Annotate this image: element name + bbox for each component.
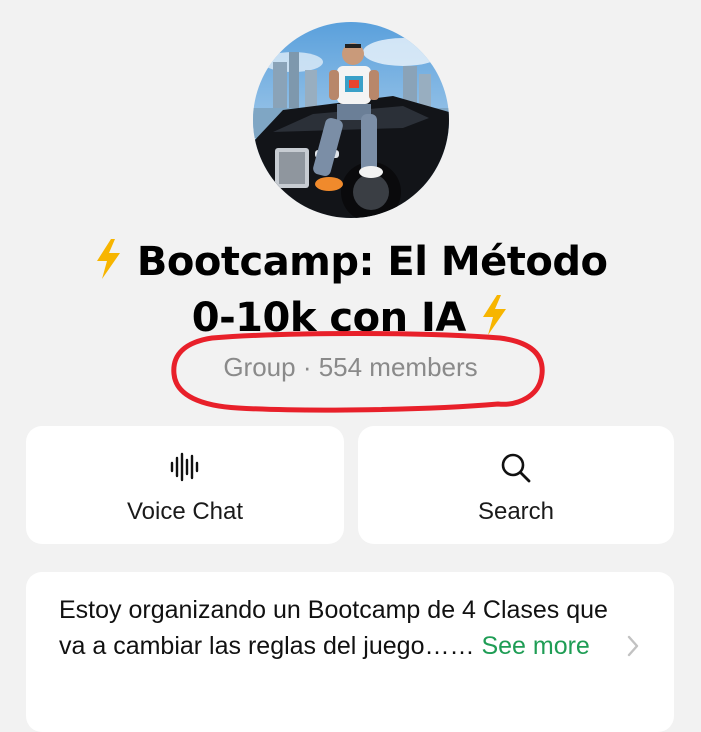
group-title: Bootcamp: El Método 0-10k con IA [60,236,641,348]
search-label: Search [477,498,555,525]
search-button[interactable]: Search [358,426,674,544]
lightning-icon [93,239,123,292]
waveform-icon [169,452,201,487]
group-member-count: Group · 554 members [223,352,478,382]
group-avatar[interactable] [253,22,449,218]
see-more-link[interactable]: See more [481,632,589,660]
group-description: Estoy organizando un Bootcamp de 4 Clase… [59,592,619,664]
group-title-line1: Bootcamp: El Método [136,239,608,285]
group-description-card[interactable]: Estoy organizando un Bootcamp de 4 Clase… [26,572,674,732]
search-icon [500,452,532,489]
voice-chat-button[interactable]: Voice Chat [26,426,344,544]
lightning-icon [479,295,509,348]
group-title-line2: 0-10k con IA [191,295,467,341]
chevron-right-icon [626,634,640,663]
avatar-photo [253,22,449,218]
voice-chat-label: Voice Chat [126,498,244,525]
